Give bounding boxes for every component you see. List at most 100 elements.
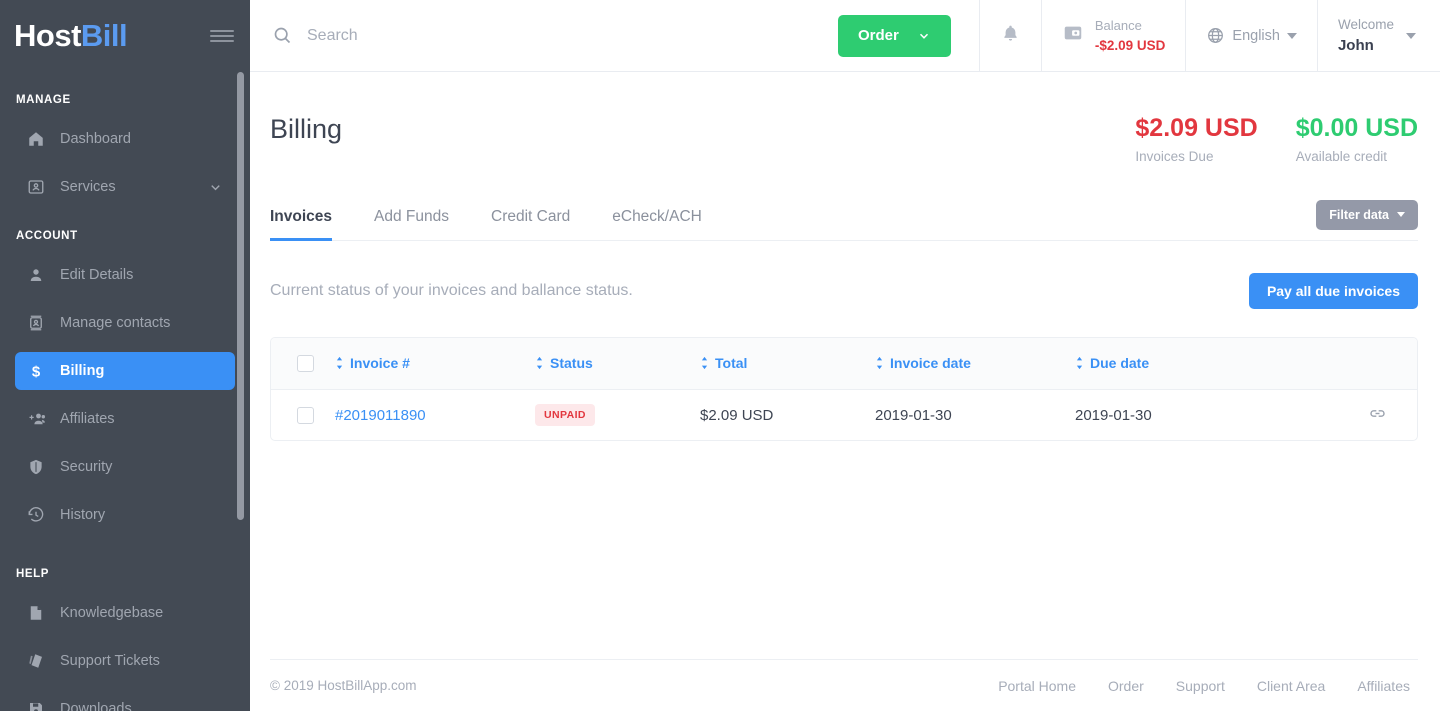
sidebar-scrollbar[interactable] bbox=[237, 72, 244, 520]
language-label: English bbox=[1232, 27, 1280, 44]
sidebar-item-label: Manage contacts bbox=[60, 315, 171, 331]
sidebar-item-security[interactable]: Security bbox=[15, 448, 235, 486]
header-actions bbox=[1275, 338, 1417, 390]
footer-link-support[interactable]: Support bbox=[1176, 678, 1225, 694]
link-chain-icon[interactable] bbox=[1368, 404, 1387, 423]
sidebar-item-label: Edit Details bbox=[60, 267, 134, 283]
balance-label: Balance bbox=[1094, 17, 1142, 33]
row-checkbox[interactable] bbox=[297, 406, 314, 424]
sidebar-item-label: Support Tickets bbox=[60, 653, 160, 669]
services-card-icon bbox=[27, 178, 53, 196]
footer: © 2019 HostBillApp.com Portal Home Order… bbox=[270, 659, 1418, 711]
logo[interactable]: HostBill bbox=[14, 18, 128, 54]
invoices-table: Invoice # Status Total Invoice date Due … bbox=[270, 336, 1418, 441]
cell-due-date: 2019-01-30 bbox=[1075, 389, 1275, 440]
footer-link-portal-home[interactable]: Portal Home bbox=[998, 678, 1076, 694]
header-select-all bbox=[271, 338, 335, 390]
sidebar-item-support-tickets[interactable]: Support Tickets bbox=[15, 642, 235, 680]
logo-part-host: Host bbox=[14, 18, 81, 53]
column-label: Total bbox=[715, 354, 748, 371]
order-button-label: Order bbox=[858, 27, 899, 44]
tab-echeck-ach[interactable]: eCheck/ACH bbox=[612, 208, 702, 241]
table-row[interactable]: #2019011890 UNPAID $2.09 USD 2019-01-30 … bbox=[271, 389, 1417, 440]
tabs-row: Invoices Add Funds Credit Card eCheck/AC… bbox=[270, 199, 1418, 241]
sidebar-item-history[interactable]: History bbox=[15, 496, 235, 534]
hamburger-menu-icon[interactable] bbox=[210, 27, 234, 45]
balance-text: Balance -$2.09 USD bbox=[1095, 16, 1166, 56]
page-description: Current status of your invoices and ball… bbox=[270, 281, 633, 299]
subheader-row: Current status of your invoices and ball… bbox=[270, 272, 1418, 309]
app-root: HostBill MANAGE Dashboard Services ACCOU… bbox=[0, 0, 1440, 711]
cell-actions bbox=[1275, 389, 1417, 440]
user-name: John bbox=[1337, 36, 1374, 54]
tab-credit-card[interactable]: Credit Card bbox=[491, 208, 570, 241]
sidebar-item-downloads[interactable]: Downloads bbox=[15, 690, 235, 711]
tab-invoices[interactable]: Invoices bbox=[270, 208, 333, 241]
caret-down-icon bbox=[1406, 32, 1416, 39]
invoice-link[interactable]: #2019011890 bbox=[335, 407, 426, 424]
history-clock-icon bbox=[27, 506, 53, 524]
order-button[interactable]: Order bbox=[838, 14, 951, 57]
footer-link-affiliates[interactable]: Affiliates bbox=[1357, 678, 1410, 694]
sidebar-item-affiliates[interactable]: Affiliates bbox=[15, 400, 235, 438]
column-label: Status bbox=[550, 354, 593, 371]
page-header: Billing $2.09 USD Invoices Due $0.00 USD… bbox=[270, 72, 1418, 164]
header-due-date[interactable]: Due date bbox=[1075, 338, 1275, 390]
save-disk-icon bbox=[27, 700, 53, 711]
footer-link-order[interactable]: Order bbox=[1108, 678, 1144, 694]
cell-status: UNPAID bbox=[535, 389, 700, 440]
sidebar-item-label: Affiliates bbox=[60, 411, 115, 427]
language-selector[interactable]: English bbox=[1185, 0, 1317, 71]
sidebar-item-dashboard[interactable]: Dashboard bbox=[15, 120, 235, 158]
top-bar: Order Balance -$2.09 USD bbox=[250, 0, 1440, 72]
header-invoice-date[interactable]: Invoice date bbox=[875, 338, 1075, 390]
sidebar-item-services[interactable]: Services bbox=[15, 168, 235, 206]
search-input[interactable] bbox=[307, 26, 727, 45]
sidebar-item-knowledgebase[interactable]: Knowledgebase bbox=[15, 594, 235, 632]
filter-data-button[interactable]: Filter data bbox=[1316, 199, 1418, 230]
column-label: Invoice # bbox=[350, 354, 410, 371]
chevron-down-icon[interactable] bbox=[208, 180, 223, 195]
cell-invoice-number: #2019011890 bbox=[335, 389, 535, 440]
sort-icon bbox=[535, 356, 544, 370]
select-all-checkbox[interactable] bbox=[297, 355, 314, 372]
sidebar-brand-row: HostBill bbox=[0, 0, 250, 72]
copyright: © 2019 HostBillApp.com bbox=[270, 678, 417, 693]
balance-value: -$2.09 USD bbox=[1094, 37, 1166, 53]
stat-label: Available credit bbox=[1295, 148, 1388, 164]
footer-link-client-area[interactable]: Client Area bbox=[1257, 678, 1325, 694]
sidebar-item-label: Services bbox=[60, 179, 116, 195]
search-zone bbox=[250, 0, 838, 71]
sidebar-item-label: Downloads bbox=[60, 701, 132, 711]
page-title: Billing bbox=[270, 114, 343, 144]
notifications-button[interactable] bbox=[978, 0, 1041, 71]
sidebar-item-label: Knowledgebase bbox=[60, 605, 164, 621]
sort-icon bbox=[875, 356, 884, 370]
sidebar-section-manage-title: MANAGE bbox=[16, 94, 71, 106]
stat-label: Invoices Due bbox=[1135, 148, 1214, 164]
stat-available-credit: $0.00 USD Available credit bbox=[1296, 114, 1418, 164]
pay-all-due-invoices-button[interactable]: Pay all due invoices bbox=[1248, 272, 1418, 309]
shield-icon bbox=[27, 458, 53, 476]
search-icon[interactable] bbox=[272, 25, 293, 46]
sidebar-item-label: Security bbox=[60, 459, 113, 475]
document-icon bbox=[27, 604, 53, 622]
user-menu[interactable]: Welcome John bbox=[1316, 0, 1440, 71]
sort-icon bbox=[1075, 356, 1084, 370]
sidebar-item-billing[interactable]: $ Billing bbox=[15, 352, 235, 390]
header-invoice-number[interactable]: Invoice # bbox=[335, 338, 535, 390]
welcome-label: Welcome bbox=[1337, 16, 1394, 32]
header-total[interactable]: Total bbox=[700, 338, 875, 390]
filter-data-label: Filter data bbox=[1329, 207, 1389, 222]
sidebar-item-manage-contacts[interactable]: Manage contacts bbox=[15, 304, 235, 342]
logo-part-bill: Bill bbox=[80, 18, 128, 53]
stat-value: $0.00 USD bbox=[1295, 114, 1418, 142]
sidebar-item-label: Billing bbox=[60, 363, 105, 379]
balance-widget[interactable]: Balance -$2.09 USD bbox=[1040, 0, 1186, 71]
stat-invoices-due: $2.09 USD Invoices Due bbox=[1135, 114, 1257, 164]
tab-add-funds[interactable]: Add Funds bbox=[374, 208, 449, 241]
header-status[interactable]: Status bbox=[535, 338, 700, 390]
stats-group: $2.09 USD Invoices Due $0.00 USD Availab… bbox=[1135, 114, 1418, 164]
wallet-icon bbox=[1062, 22, 1084, 49]
sidebar-item-edit-details[interactable]: Edit Details bbox=[15, 256, 235, 294]
